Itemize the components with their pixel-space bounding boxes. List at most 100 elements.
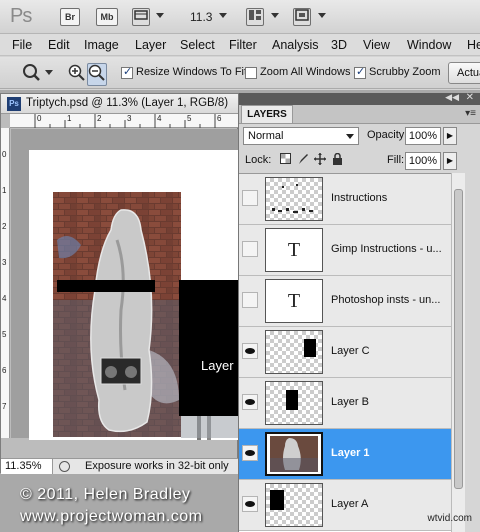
layer-name[interactable]: Layer B bbox=[331, 396, 369, 408]
layer-thumbnail bbox=[265, 381, 323, 425]
menu-3d[interactable]: 3D bbox=[331, 38, 347, 52]
vertical-ruler[interactable]: 0 1 2 3 4 5 6 7 bbox=[1, 128, 10, 438]
document-tab[interactable]: Ps Triptych.psd @ 11.3% (Layer 1, RGB/8) bbox=[1, 94, 239, 114]
canvas-text: Layer I bbox=[201, 358, 241, 373]
layer-row-layer-c[interactable]: Layer C bbox=[239, 327, 451, 378]
layers-panel: ◀◀ ✕ LAYERS ▾≡ Normal Opacity: 100% ▶ Lo… bbox=[238, 92, 480, 532]
layer-name[interactable]: Photoshop insts - un... bbox=[331, 294, 440, 306]
scrollbar-thumb[interactable] bbox=[454, 189, 463, 489]
menu-help[interactable]: He bbox=[467, 38, 480, 52]
document-status-bar: 11.35% Exposure works in 32-bit only bbox=[1, 458, 239, 474]
chevron-down-icon[interactable] bbox=[45, 70, 53, 75]
layers-scrollbar[interactable] bbox=[451, 173, 465, 532]
scrubby-zoom-label: Scrubby Zoom bbox=[369, 66, 441, 78]
panel-header[interactable]: ◀◀ ✕ bbox=[239, 92, 480, 105]
panel-menu-icon[interactable]: ▾≡ bbox=[465, 108, 476, 119]
eye-icon[interactable] bbox=[242, 343, 258, 359]
layers-list: Instructions T Gimp Instructions - u... … bbox=[239, 173, 451, 532]
opacity-slider-toggle[interactable]: ▶ bbox=[443, 127, 457, 145]
scrubby-zoom-checkbox[interactable] bbox=[354, 65, 366, 79]
bridge-button[interactable]: Br bbox=[60, 8, 80, 26]
layer-row-gimp-instructions[interactable]: T Gimp Instructions - u... bbox=[239, 225, 451, 276]
zoom-in-icon[interactable] bbox=[68, 64, 86, 85]
menu-select[interactable]: Select bbox=[180, 38, 215, 52]
zoom-percentage-field[interactable]: 11.35% bbox=[1, 459, 53, 474]
layer-thumbnail bbox=[265, 177, 323, 221]
collapse-icon[interactable]: ◀◀ bbox=[445, 92, 459, 103]
ruler-label: 6 bbox=[2, 366, 7, 375]
copyright-watermark: © 2011, Helen Bradley bbox=[20, 486, 191, 503]
application-bar: Ps Br Mb 11.3 bbox=[0, 0, 480, 34]
ps-document-icon: Ps bbox=[7, 97, 21, 111]
extras-icon[interactable] bbox=[132, 8, 150, 26]
status-info-icon[interactable] bbox=[59, 461, 70, 472]
eye-icon[interactable] bbox=[242, 394, 258, 410]
blend-mode-value: Normal bbox=[248, 130, 284, 142]
visibility-toggle-icon[interactable] bbox=[242, 190, 258, 206]
horizontal-ruler[interactable]: 0 1 2 3 4 5 6 bbox=[10, 114, 239, 128]
blend-mode-select[interactable]: Normal bbox=[243, 127, 359, 145]
layer-thumbnail bbox=[265, 483, 323, 527]
lock-pixels-icon[interactable] bbox=[296, 153, 309, 166]
layer-row-instructions[interactable]: Instructions bbox=[239, 174, 451, 225]
menu-filter[interactable]: Filter bbox=[229, 38, 257, 52]
layer-name[interactable]: Instructions bbox=[331, 192, 387, 204]
layer-name[interactable]: Layer A bbox=[331, 498, 368, 510]
menu-view[interactable]: View bbox=[363, 38, 390, 52]
chevron-down-icon[interactable] bbox=[318, 13, 326, 18]
screen-mode-icon[interactable] bbox=[293, 8, 311, 26]
ruler-label: 3 bbox=[2, 258, 7, 267]
menu-file[interactable]: File bbox=[12, 38, 32, 52]
mini-bridge-button[interactable]: Mb bbox=[96, 8, 118, 26]
visibility-toggle-icon[interactable] bbox=[242, 292, 258, 308]
lock-transparent-icon[interactable] bbox=[279, 153, 292, 166]
layer-row-layer-a[interactable]: Layer A bbox=[239, 480, 451, 531]
layer-row-layer-1[interactable]: Layer 1 bbox=[239, 429, 451, 480]
lock-all-icon[interactable] bbox=[331, 152, 344, 166]
status-message[interactable]: Exposure works in 32-bit only bbox=[85, 460, 229, 472]
chevron-down-icon[interactable] bbox=[156, 13, 164, 18]
lock-position-icon[interactable] bbox=[313, 153, 326, 166]
menu-edit[interactable]: Edit bbox=[48, 38, 70, 52]
tab-layers[interactable]: LAYERS bbox=[241, 105, 293, 123]
ruler-label: 6 bbox=[217, 114, 222, 123]
ruler-label: 0 bbox=[2, 150, 7, 159]
chevron-down-icon[interactable] bbox=[271, 13, 279, 18]
ruler-label: 2 bbox=[2, 222, 7, 231]
arrange-documents-icon[interactable] bbox=[246, 8, 264, 26]
layer-name[interactable]: Gimp Instructions - u... bbox=[331, 243, 442, 255]
actual-pixels-button[interactable]: Actua bbox=[448, 62, 480, 84]
zoom-tool-icon[interactable] bbox=[22, 63, 44, 86]
lock-label: Lock: bbox=[245, 154, 272, 166]
layer-row-photoshop-insts[interactable]: T Photoshop insts - un... bbox=[239, 276, 451, 327]
fill-field[interactable]: 100% bbox=[405, 152, 441, 170]
zoom-level[interactable]: 11.3 bbox=[190, 10, 212, 24]
menu-analysis[interactable]: Analysis bbox=[272, 38, 319, 52]
eye-icon[interactable] bbox=[242, 496, 258, 512]
ruler-label: 7 bbox=[2, 402, 7, 411]
opacity-label: Opacity: bbox=[367, 129, 408, 141]
layer-row-layer-b[interactable]: Layer B bbox=[239, 378, 451, 429]
fill-slider-toggle[interactable]: ▶ bbox=[443, 152, 457, 170]
zoom-all-windows-label: Zoom All Windows bbox=[260, 66, 351, 78]
chevron-down-icon[interactable] bbox=[219, 13, 227, 18]
ruler-label: 1 bbox=[2, 186, 7, 195]
opacity-field[interactable]: 100% bbox=[405, 127, 441, 145]
layer-b-block: Layer I bbox=[179, 280, 241, 416]
visibility-toggle-icon[interactable] bbox=[242, 241, 258, 257]
menu-window[interactable]: Window bbox=[407, 38, 451, 52]
eye-icon[interactable] bbox=[242, 445, 258, 461]
ruler-label: 2 bbox=[97, 114, 102, 123]
source-watermark: wtvid.com bbox=[427, 513, 472, 524]
zoom-out-icon[interactable] bbox=[87, 63, 107, 86]
layer-name[interactable]: Layer C bbox=[331, 345, 370, 357]
menu-image[interactable]: Image bbox=[84, 38, 119, 52]
resize-windows-checkbox[interactable] bbox=[121, 65, 133, 79]
menu-bar: File Edit Image Layer Select Filter Anal… bbox=[0, 34, 480, 56]
ruler-label: 4 bbox=[157, 114, 162, 123]
menu-layer[interactable]: Layer bbox=[135, 38, 166, 52]
options-bar: Resize Windows To Fit Zoom All Windows S… bbox=[0, 57, 480, 89]
zoom-all-windows-checkbox[interactable] bbox=[245, 67, 257, 79]
close-icon[interactable]: ✕ bbox=[466, 92, 474, 103]
layer-name[interactable]: Layer 1 bbox=[331, 447, 370, 459]
